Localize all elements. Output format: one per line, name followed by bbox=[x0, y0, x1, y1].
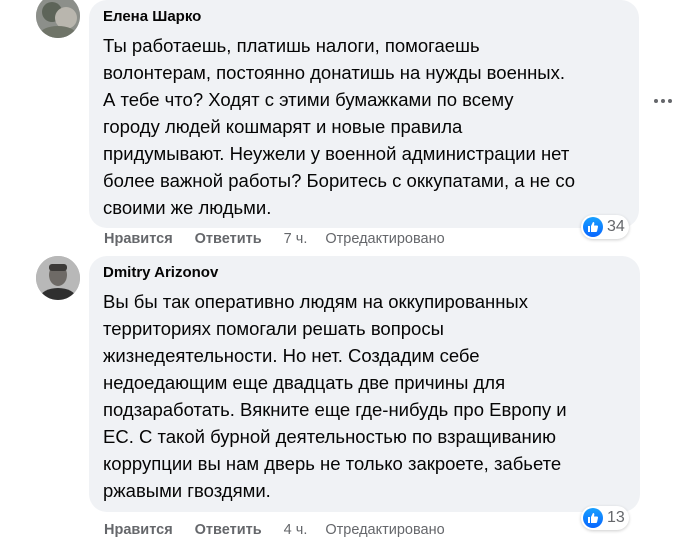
reaction-summary[interactable]: 13 bbox=[581, 506, 629, 530]
comment-bubble: Елена Шарко Ты работаешь, платишь налоги… bbox=[89, 0, 639, 228]
like-button[interactable]: Нравится bbox=[104, 522, 173, 538]
reply-button[interactable]: Ответить bbox=[195, 522, 262, 538]
comment-actions: Нравится Ответить 4 ч. Отредактировано bbox=[104, 520, 445, 540]
reaction-count: 34 bbox=[607, 218, 625, 235]
comment-text: Ты работаешь, платишь налоги, помогаешь … bbox=[103, 35, 576, 218]
comment: Dmitry Arizonov Вы бы так оперативно люд… bbox=[0, 256, 684, 546]
avatar-image bbox=[36, 256, 80, 300]
comment-bubble: Dmitry Arizonov Вы бы так оперативно люд… bbox=[89, 256, 640, 512]
comment-timestamp[interactable]: 4 ч. bbox=[284, 522, 308, 538]
like-button[interactable]: Нравится bbox=[104, 231, 173, 247]
reaction-count: 13 bbox=[607, 509, 625, 526]
comment-author[interactable]: Елена Шарко bbox=[103, 8, 627, 26]
more-options-icon[interactable] bbox=[654, 99, 672, 103]
avatar[interactable] bbox=[36, 0, 80, 38]
comment-text: Вы бы так оперативно людям на оккупирова… bbox=[103, 291, 567, 501]
edited-label: Отредактировано bbox=[325, 522, 445, 538]
like-icon bbox=[583, 508, 603, 528]
reply-button[interactable]: Ответить bbox=[195, 231, 262, 247]
comment-actions: Нравится Ответить 7 ч. Отредактировано bbox=[104, 229, 445, 249]
comment-timestamp[interactable]: 7 ч. bbox=[284, 231, 308, 247]
like-icon bbox=[583, 217, 603, 237]
comment-author[interactable]: Dmitry Arizonov bbox=[103, 264, 628, 282]
edited-label: Отредактировано bbox=[325, 231, 445, 247]
reaction-summary[interactable]: 34 bbox=[581, 215, 629, 239]
comment: Елена Шарко Ты работаешь, платишь налоги… bbox=[0, 0, 684, 250]
avatar-image bbox=[36, 0, 80, 38]
avatar[interactable] bbox=[36, 256, 80, 300]
